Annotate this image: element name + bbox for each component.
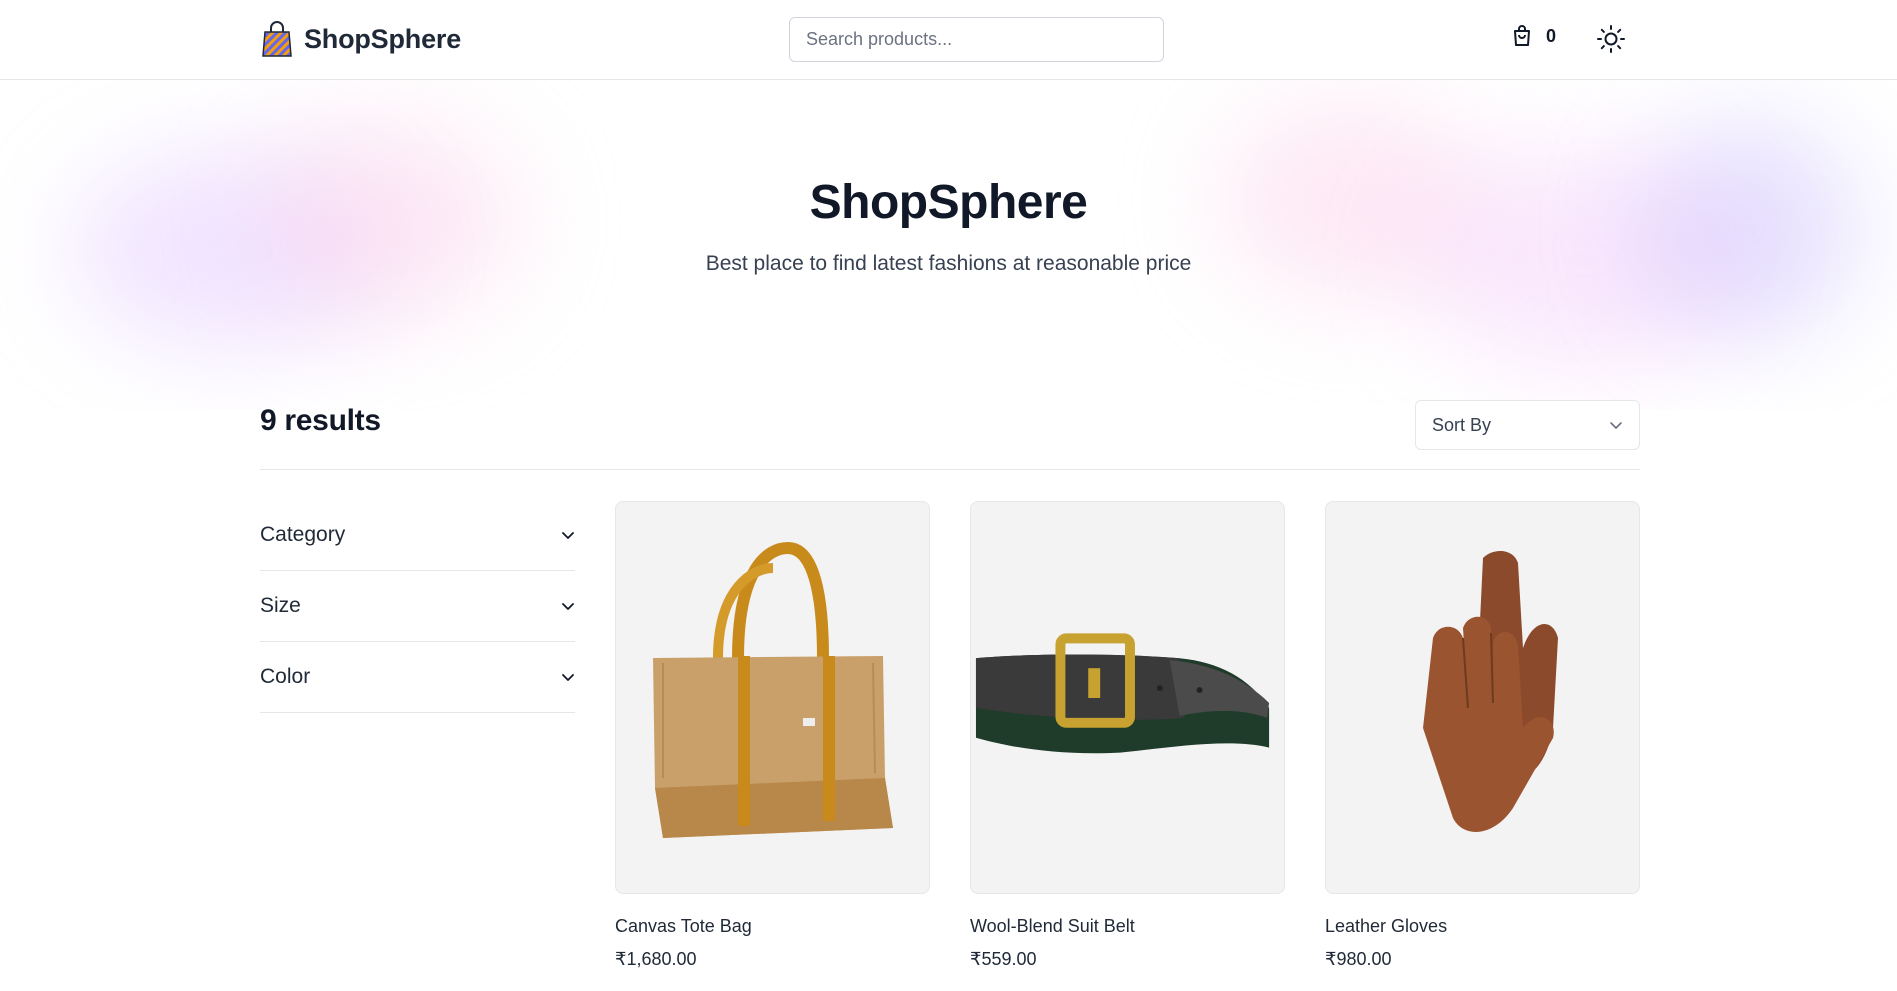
chevron-down-icon — [1610, 422, 1622, 429]
chevron-down-icon — [562, 532, 574, 539]
brand-name: ShopSphere — [304, 23, 462, 54]
sort-dropdown[interactable]: Sort By — [1415, 400, 1640, 450]
hero-gradient-blob — [1640, 120, 1860, 340]
filter-label: Color — [260, 665, 311, 688]
hero-subtitle: Best place to find latest fashions at re… — [705, 252, 1192, 275]
chevron-down-icon — [562, 674, 574, 681]
filter-sidebar: Category Size Color — [260, 500, 575, 713]
tote-bag-image — [652, 541, 893, 838]
gloves-image — [1422, 550, 1558, 832]
filter-label: Category — [260, 523, 346, 546]
filter-label: Size — [260, 594, 301, 617]
product-image-frame[interactable] — [970, 501, 1285, 894]
product-card[interactable]: Leather Gloves ₹980.00 — [1325, 501, 1640, 970]
product-image-frame[interactable] — [1325, 501, 1640, 894]
belt-image — [975, 632, 1270, 753]
sun-icon[interactable] — [1596, 24, 1626, 54]
hero-section: ShopSphere Best place to find latest fas… — [0, 80, 1897, 410]
hero-title: ShopSphere — [809, 176, 1088, 229]
cart-button[interactable]: 0 — [1510, 24, 1556, 48]
product-name: Leather Gloves — [1325, 916, 1448, 936]
chevron-down-icon — [562, 603, 574, 610]
shopping-bag-logo-icon — [262, 21, 292, 57]
product-card[interactable]: Wool-Blend Suit Belt ₹559.00 — [970, 501, 1285, 970]
product-price: ₹559.00 — [970, 949, 1037, 969]
filter-size[interactable]: Size — [260, 571, 575, 642]
top-navbar: ShopSphere 0 — [0, 0, 1897, 80]
product-card[interactable]: Canvas Tote Bag ₹1,680.00 — [615, 501, 930, 970]
brand[interactable]: ShopSphere — [262, 20, 461, 58]
product-name: Canvas Tote Bag — [615, 916, 752, 936]
filter-color[interactable]: Color — [260, 642, 575, 713]
product-grid: Canvas Tote Bag ₹1,680.00 Wool-Blend Sui… — [615, 501, 1640, 970]
cart-count: 0 — [1546, 25, 1557, 46]
results-count: 9 results — [260, 404, 381, 437]
product-price: ₹1,680.00 — [615, 949, 697, 969]
filter-category[interactable]: Category — [260, 500, 575, 571]
divider — [260, 469, 1640, 470]
product-price: ₹980.00 — [1325, 949, 1392, 969]
cart-icon — [1514, 25, 1530, 46]
sort-label: Sort By — [1432, 414, 1492, 435]
product-name: Wool-Blend Suit Belt — [970, 916, 1135, 936]
product-image-frame[interactable] — [615, 501, 930, 894]
search-input[interactable] — [789, 17, 1164, 62]
